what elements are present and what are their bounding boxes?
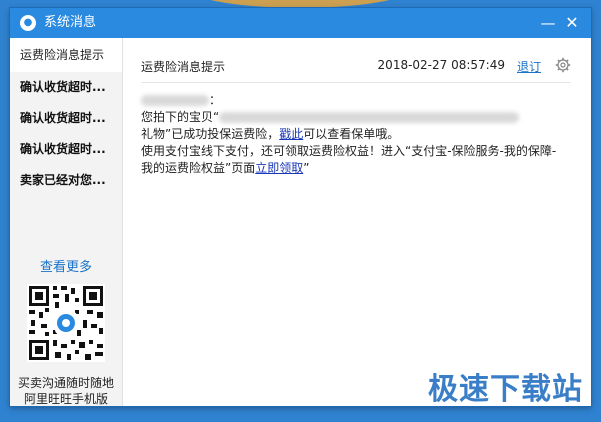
site-watermark: 极速下载站 [428,372,583,407]
wangwang-icon: ● [20,15,36,31]
message-line-alipay: 使用支付宝线下支付，还可领取运费险权益！进入“支付宝-保险服务-我的保障- [141,144,557,158]
title-bar[interactable]: ● 系统消息 — ✕ [10,8,591,38]
message-detail-pane: 运费险消息提示 2018-02-27 08:57:49 退订 ： 您拍下的宝贝“ [123,38,591,406]
qr-caption-line-1: 买卖沟通随时随地 [17,376,114,390]
qr-caption-line-2: 阿里旺旺手机版 [23,392,108,406]
desktop-background-accent [180,0,420,8]
message-header: 运费险消息提示 2018-02-27 08:57:49 退订 [141,57,579,76]
redacted-username [141,95,209,106]
view-more-link[interactable]: 查看更多 [10,256,122,275]
message-body: ： 您拍下的宝贝“ 礼物”已成功投保运费险，戳此可以查看保单哦。 使用支付宝线下… [141,92,569,177]
message-title: 运费险消息提示 [141,60,226,74]
sidebar-item-confirm-receipt-2[interactable]: 确认收货超时... [10,103,122,134]
message-line-greeting: ： [141,92,569,109]
redacted-product-name [219,112,520,123]
view-policy-link[interactable]: 戳此 [279,127,303,141]
sidebar-item-confirm-receipt-3[interactable]: 确认收货超时... [10,134,122,165]
minimize-icon[interactable]: — [539,14,557,32]
message-line-claim: 我的运费险权益”页面立即领取” [141,161,310,175]
message-timestamp: 2018-02-27 08:57:49 [377,58,505,72]
unsubscribe-link[interactable]: 退订 [517,58,541,75]
sidebar-item-freight-insurance[interactable]: 运费险消息提示 [10,38,122,72]
system-message-window: ● 系统消息 — ✕ 运费险消息提示 确认收货超时... 确认收货超时... 确… [10,8,591,406]
qr-code-image [27,284,105,362]
message-line-product: 您拍下的宝贝“ [141,109,569,126]
sidebar-item-seller-action[interactable]: 卖家已经对您... [10,165,122,196]
message-list-sidebar: 运费险消息提示 确认收货超时... 确认收货超时... 确认收货超时... 卖家… [10,38,123,406]
message-line-insured: 礼物”已成功投保运费险，戳此可以查看保单哦。 [141,127,400,141]
close-icon[interactable]: ✕ [563,14,581,32]
window-title: 系统消息 [44,15,97,30]
header-divider [141,82,571,83]
claim-now-link[interactable]: 立即领取 [255,161,303,175]
sidebar-item-confirm-receipt-1[interactable]: 确认收货超时... [10,72,122,103]
gear-icon[interactable] [555,57,571,73]
